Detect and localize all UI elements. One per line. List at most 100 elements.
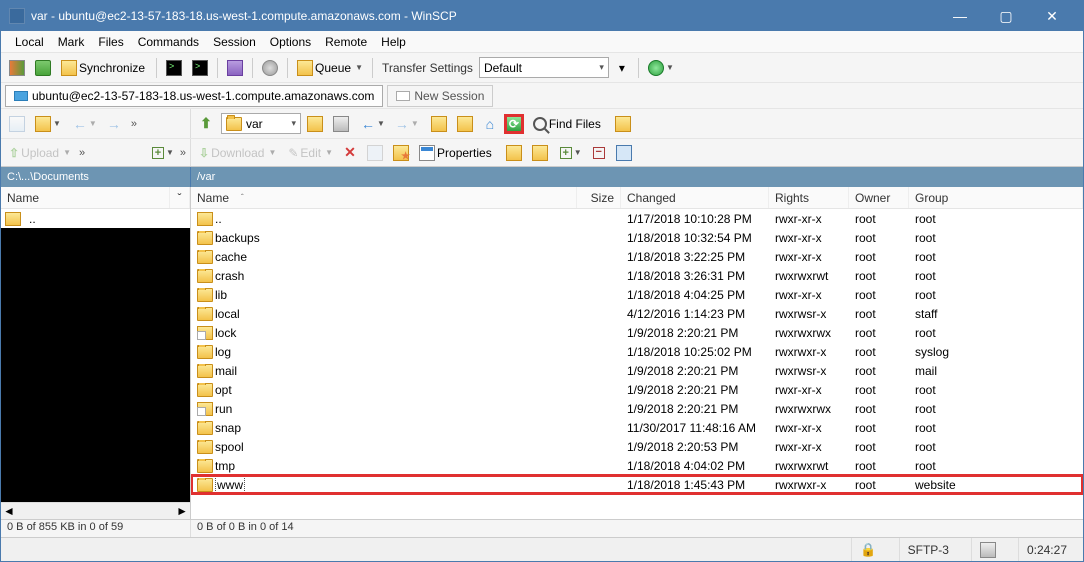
close-button[interactable]: ✕ xyxy=(1029,1,1075,31)
transfer-preset-combo[interactable]: Default xyxy=(479,57,609,78)
list-item[interactable]: snap11/30/2017 11:48:16 AMrwxr-xr-xrootr… xyxy=(191,418,1083,437)
file-rights: rwxrwxrwt xyxy=(769,459,849,473)
local-drive-button[interactable] xyxy=(5,113,29,135)
local-scrollbar[interactable]: ◄► xyxy=(1,502,190,519)
list-item[interactable]: www1/18/2018 1:45:43 PMrwxrwxr-xrootwebs… xyxy=(191,475,1083,494)
list-item[interactable]: run1/9/2018 2:20:21 PMrwxrwxrwxrootroot xyxy=(191,399,1083,418)
rename-icon xyxy=(367,145,383,161)
compare-dirs-button[interactable] xyxy=(5,57,29,79)
list-item[interactable]: ..1/17/2018 10:10:28 PMrwxr-xr-xrootroot xyxy=(191,209,1083,228)
file-rights: rwxrwsr-x xyxy=(769,364,849,378)
local-file-list[interactable]: .. xyxy=(1,209,190,502)
list-item[interactable]: cache1/18/2018 3:22:25 PMrwxr-xr-xrootro… xyxy=(191,247,1083,266)
remote-dir-combo[interactable]: var xyxy=(221,113,301,134)
file-rights: rwxr-xr-x xyxy=(769,383,849,397)
remote-col-owner[interactable]: Owner xyxy=(849,187,909,208)
local-actions: ⇧Upload▼ » +▼ » xyxy=(1,139,191,166)
remote-bookmark2-button[interactable] xyxy=(453,113,477,135)
reconnect-button[interactable]: ▼ xyxy=(644,57,678,79)
list-item[interactable]: log1/18/2018 10:25:02 PMrwxrwxr-xrootsys… xyxy=(191,342,1083,361)
transfer-settings-config-button[interactable]: ▾ xyxy=(611,57,633,79)
local-open-button[interactable]: ▼ xyxy=(31,113,65,135)
remote-actions: ⇩Download▼ ✎Edit▼ ✕ ★ Properties +▼ − xyxy=(191,139,1083,166)
list-item[interactable]: lib1/18/2018 4:04:25 PMrwxr-xr-xrootroot xyxy=(191,285,1083,304)
copy-button[interactable] xyxy=(502,142,526,164)
edit-button[interactable]: ✎Edit▼ xyxy=(284,142,337,164)
remote-file-list[interactable]: ..1/17/2018 10:10:28 PMrwxr-xr-xrootroot… xyxy=(191,209,1083,519)
putty-button[interactable] xyxy=(188,57,212,79)
move-button[interactable] xyxy=(528,142,552,164)
menu-files[interactable]: Files xyxy=(92,33,129,51)
file-changed: 1/18/2018 3:26:31 PM xyxy=(621,269,769,283)
remote-bookmark1-button[interactable] xyxy=(427,113,451,135)
list-item[interactable]: crash1/18/2018 3:26:31 PMrwxrwxrwtrootro… xyxy=(191,266,1083,285)
synchronize-button[interactable]: Synchronize xyxy=(57,57,151,79)
create-dir-button[interactable]: ★ xyxy=(389,142,413,164)
remote-parent-button[interactable]: ⬆ xyxy=(195,113,217,135)
list-item[interactable]: mail1/9/2018 2:20:21 PMrwxrwsr-xrootmail xyxy=(191,361,1083,380)
new-session-tab[interactable]: New Session xyxy=(387,85,493,107)
remote-new-button[interactable]: +▼ xyxy=(556,142,586,164)
remote-filter-button[interactable] xyxy=(329,113,353,135)
remote-extra-button[interactable] xyxy=(611,113,635,135)
menu-mark[interactable]: Mark xyxy=(52,33,91,51)
remote-col-group[interactable]: Group xyxy=(909,187,1083,208)
remote-back-button[interactable]: ←▼ xyxy=(357,113,389,135)
encryption-status[interactable]: 🔒 xyxy=(851,538,884,561)
menu-local[interactable]: Local xyxy=(9,33,50,51)
list-item[interactable]: spool1/9/2018 2:20:53 PMrwxr-xr-xrootroo… xyxy=(191,437,1083,456)
menu-options[interactable]: Options xyxy=(264,33,317,51)
file-rights: rwxr-xr-x xyxy=(769,288,849,302)
filter-icon xyxy=(333,116,349,132)
file-name: lib xyxy=(215,288,227,302)
minimize-button[interactable]: — xyxy=(937,1,983,31)
upload-button[interactable]: ⇧Upload▼ xyxy=(5,142,75,164)
remote-col-rights[interactable]: Rights xyxy=(769,187,849,208)
list-item[interactable]: lock1/9/2018 2:20:21 PMrwxrwxrwxrootroot xyxy=(191,323,1083,342)
properties-button[interactable]: Properties xyxy=(415,142,498,164)
find-files-button[interactable]: Find Files xyxy=(529,113,607,135)
remote-refresh-button[interactable]: ⟳ xyxy=(503,113,525,135)
search-icon xyxy=(533,117,547,131)
console-button[interactable] xyxy=(162,57,186,79)
connection-status[interactable] xyxy=(971,538,1004,561)
rename-button[interactable] xyxy=(363,142,387,164)
doc-icon xyxy=(9,116,25,132)
delete-button[interactable]: ✕ xyxy=(339,142,361,164)
remote-collapse-button[interactable]: − xyxy=(588,142,610,164)
commander-layout-button[interactable] xyxy=(223,57,247,79)
menu-commands[interactable]: Commands xyxy=(132,33,205,51)
session-tab-active[interactable]: ubuntu@ec2-13-57-183-18.us-west-1.comput… xyxy=(5,85,383,107)
new-tab-icon xyxy=(396,91,410,101)
local-forward-button[interactable]: → xyxy=(103,113,125,135)
maximize-button[interactable]: ▢ xyxy=(983,1,1029,31)
preferences-button[interactable] xyxy=(258,57,282,79)
folder-icon xyxy=(197,364,213,378)
local-new-button[interactable]: +▼ xyxy=(148,142,178,164)
menu-bar: Local Mark Files Commands Session Option… xyxy=(1,31,1083,53)
session-tab-label: ubuntu@ec2-13-57-183-18.us-west-1.comput… xyxy=(32,89,374,103)
list-item[interactable]: backups1/18/2018 10:32:54 PMrwxr-xr-xroo… xyxy=(191,228,1083,247)
select-all-button[interactable] xyxy=(612,142,636,164)
list-item[interactable]: opt1/9/2018 2:20:21 PMrwxr-xr-xrootroot xyxy=(191,380,1083,399)
remote-summary: 0 B of 0 B in 0 of 14 xyxy=(191,520,1083,537)
menu-help[interactable]: Help xyxy=(375,33,412,51)
remote-open-button[interactable] xyxy=(303,113,327,135)
download-button[interactable]: ⇩Download▼ xyxy=(195,142,280,164)
remote-col-changed[interactable]: Changed xyxy=(621,187,769,208)
list-item[interactable]: .. xyxy=(1,209,190,228)
remote-forward-button[interactable]: →▼ xyxy=(391,113,423,135)
list-item[interactable]: local4/12/2016 1:14:23 PMrwxrwsr-xrootst… xyxy=(191,304,1083,323)
remote-col-name[interactable]: Nameˆ xyxy=(191,187,577,208)
list-item[interactable]: tmp1/18/2018 4:04:02 PMrwxrwxrwtrootroot xyxy=(191,456,1083,475)
local-col-name[interactable]: Name xyxy=(1,187,170,208)
menu-session[interactable]: Session xyxy=(207,33,262,51)
remote-col-size[interactable]: Size xyxy=(577,187,621,208)
content-area: Name ˇ .. ◄► Nameˆ Size Changed Rights O… xyxy=(1,187,1083,519)
local-path-label: C:\...\Documents xyxy=(1,167,191,187)
local-back-button[interactable]: ←▼ xyxy=(69,113,101,135)
remote-home-button[interactable]: ⌂ xyxy=(479,113,501,135)
queue-button[interactable]: Queue▼ xyxy=(293,57,367,79)
sync-browse-button[interactable] xyxy=(31,57,55,79)
menu-remote[interactable]: Remote xyxy=(319,33,373,51)
